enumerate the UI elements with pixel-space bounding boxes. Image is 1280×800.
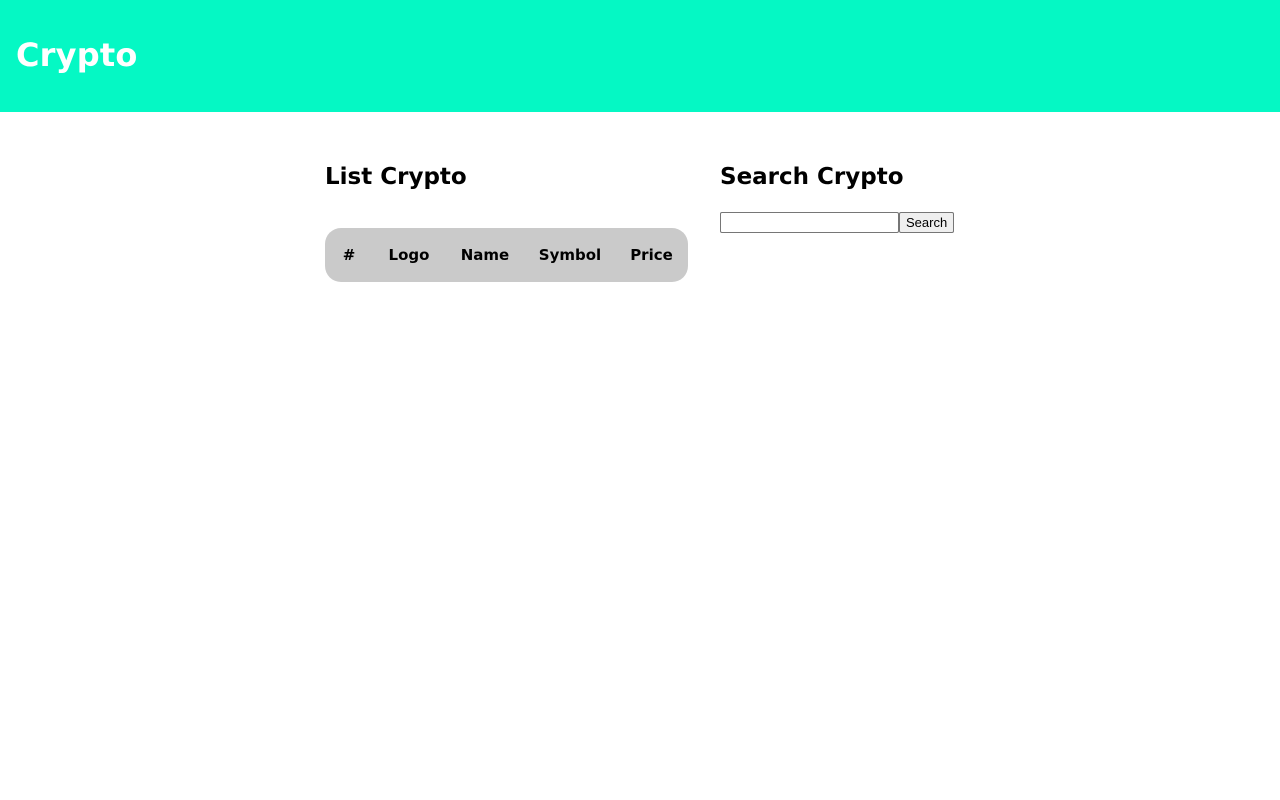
column-header-price: Price <box>630 246 673 264</box>
column-header-symbol: Symbol <box>538 246 602 264</box>
column-header-name: Name <box>460 246 510 264</box>
column-header-rank: # <box>342 246 356 264</box>
list-crypto-title: List Crypto <box>325 164 467 190</box>
app-header: Crypto <box>0 0 1280 112</box>
search-form: Search <box>720 212 955 234</box>
search-crypto-title: Search Crypto <box>720 164 904 190</box>
app-title: Crypto <box>16 36 138 74</box>
search-button[interactable]: Search <box>899 212 955 233</box>
search-input[interactable] <box>720 212 899 233</box>
table-header-row: # Logo Name Symbol Price <box>325 228 688 282</box>
column-header-logo: Logo <box>388 246 430 264</box>
crypto-table: # Logo Name Symbol Price <box>325 228 688 282</box>
crypto-table-header: # Logo Name Symbol Price <box>325 228 688 282</box>
